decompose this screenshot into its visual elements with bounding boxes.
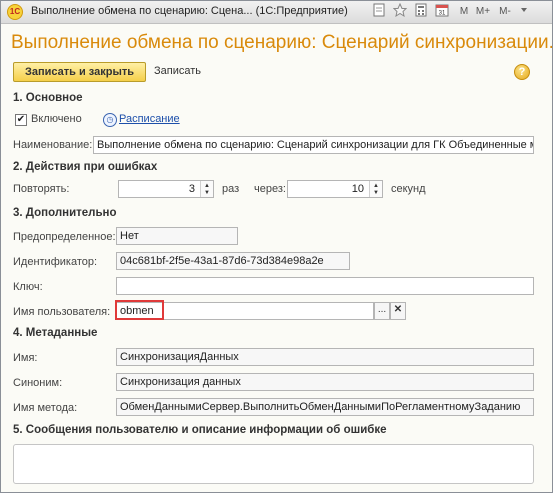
repeat-count-field[interactable]: 3 ▲ ▼ [118,180,214,198]
section-basic-title: 1. Основное [13,92,83,104]
repeat-count-value: 3 [188,183,195,195]
clear-user-button[interactable]: ✕ [390,302,406,320]
identifier-label: Идентификатор: [13,256,98,268]
times-label: раз [222,183,240,195]
section-extra-title: 3. Дополнительно [13,207,117,219]
user-field-highlight [115,300,164,320]
help-icon[interactable]: ? [514,64,530,80]
svg-text:31: 31 [439,11,446,17]
1c-icon[interactable]: 1C [7,4,23,20]
interval-spinner[interactable]: ▲ ▼ [369,181,382,197]
clock-icon: ◷ [103,113,117,127]
predefined-field: Нет [116,227,238,245]
repeat-spinner[interactable]: ▲ ▼ [200,181,213,197]
star-icon[interactable] [392,2,408,21]
key-label: Ключ: [13,281,43,293]
name-field[interactable]: Выполнение обмена по сценарию: Сценарий … [93,136,534,154]
key-field[interactable] [116,277,534,295]
interval-value: 10 [351,183,364,195]
user-label: Имя пользователя: [13,306,111,318]
messages-textarea[interactable] [13,444,534,484]
meta-name-field: СинхронизацияДанных [116,348,534,366]
section-errors-title: 2. Действия при ошибках [13,161,158,173]
repeat-label: Повторять: [13,183,70,195]
memory-plus-button[interactable]: M+ [474,3,492,21]
form-content: Выполнение обмена по сценарию: Сценарий … [1,24,552,492]
more-icon[interactable] [519,3,529,21]
section-metadata-title: 4. Метаданные [13,327,98,339]
save-and-close-button[interactable]: Записать и закрыть [13,62,146,82]
enabled-checkbox[interactable]: ✔ [15,114,27,126]
interval-field[interactable]: 10 ▲ ▼ [287,180,383,198]
choose-user-button[interactable]: ... [374,302,390,320]
calculator-icon[interactable] [413,3,429,21]
synonym-field: Синхронизация данных [116,373,534,391]
form-title: Выполнение обмена по сценарию: Сценарий … [11,32,553,53]
name-label: Наименование: [13,139,93,151]
through-label: через: [254,183,286,195]
window: 1C Выполнение обмена по сценарию: Сцена.… [0,0,553,493]
method-label: Имя метода: [13,402,78,414]
memory-m-button[interactable]: M [458,3,470,21]
title-bar: 1C Выполнение обмена по сценарию: Сцена.… [1,1,552,24]
synonym-label: Синоним: [13,377,63,389]
enabled-label: Включено [31,113,82,125]
predefined-label: Предопределенное: [13,231,116,243]
window-title: Выполнение обмена по сценарию: Сцена... … [31,5,348,17]
section-messages-title: 5. Сообщения пользователю и описание инф… [13,424,387,436]
save-button[interactable]: Записать [154,65,201,77]
seconds-label: секунд [391,183,426,195]
identifier-field: 04c681bf-2f5e-43a1-87d6-73d384e98a2e [116,252,350,270]
calendar-icon[interactable]: 31 [434,3,450,21]
memory-minus-button[interactable]: M- [496,3,514,21]
method-field: ОбменДаннымиСервер.ВыполнитьОбменДанными… [116,398,534,416]
document-icon[interactable] [371,3,387,21]
schedule-link[interactable]: Расписание [119,113,180,125]
meta-name-label: Имя: [13,352,38,364]
